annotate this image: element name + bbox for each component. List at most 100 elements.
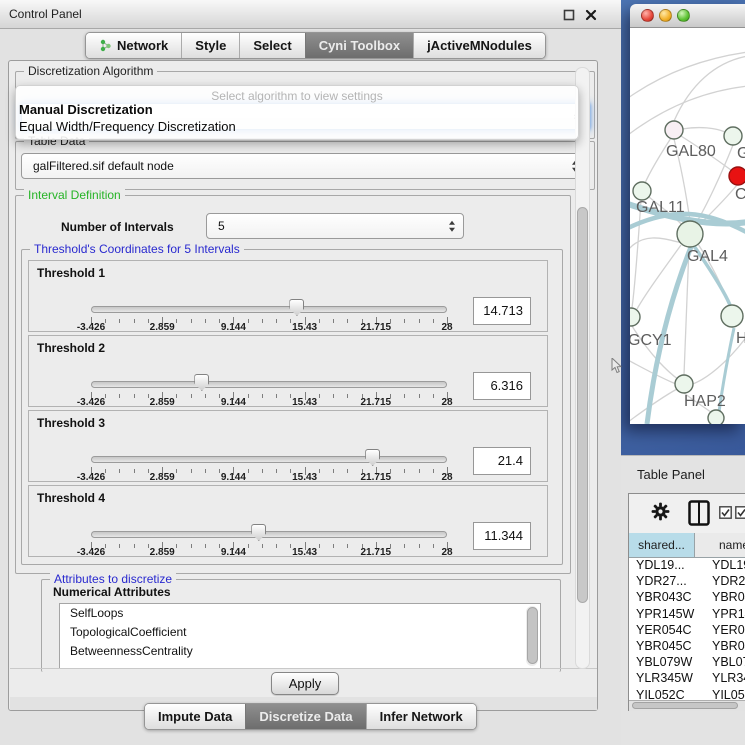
node-label: GAL11 (636, 199, 685, 216)
table-row[interactable]: YDL19...YDL19... (629, 558, 745, 574)
cell-shared-name: YBL079W (629, 655, 707, 671)
threshold-label: Threshold 4 (37, 491, 105, 505)
apply-button[interactable]: Apply (271, 672, 339, 695)
tick-mark (262, 469, 263, 473)
scrollbar-thumb[interactable] (632, 702, 738, 709)
network-node-gal80[interactable] (665, 121, 683, 139)
network-node-g[interactable] (724, 127, 742, 145)
list-scrollbar[interactable] (526, 606, 538, 666)
threshold-card-3: Threshold 3-3.4262.8599.14415.4321.71528… (28, 410, 548, 482)
threshold-value-field[interactable]: 6.316 (473, 372, 531, 400)
slider-thumb[interactable] (251, 524, 266, 541)
mode-tab-infer-network[interactable]: Infer Network (366, 704, 476, 729)
cell-shared-name: YBR045C (629, 639, 707, 655)
tick-mark (119, 544, 120, 548)
slider-track[interactable] (91, 531, 447, 538)
tab-jactivemnodules[interactable]: jActiveMNodules (413, 33, 545, 58)
table-row[interactable]: YER054CYER054C (629, 623, 745, 639)
zoom-traffic-light-icon[interactable] (677, 9, 690, 22)
network-node-hap2[interactable] (675, 375, 693, 393)
slider-thumb[interactable] (194, 374, 209, 391)
mode-tab-impute-data[interactable]: Impute Data (145, 704, 245, 729)
tick-mark (119, 319, 120, 323)
checkbox-icon[interactable] (719, 506, 732, 524)
table-row[interactable]: YBR043CYBR043C (629, 590, 745, 606)
tick-label: 2.859 (134, 547, 190, 558)
slider-track[interactable] (91, 306, 447, 313)
panel-scrollbar[interactable] (575, 67, 590, 669)
network-node-h[interactable] (721, 305, 743, 327)
tick-mark (333, 319, 334, 323)
tick-label: 2.859 (134, 472, 190, 483)
tick-label: 15.43 (277, 472, 333, 483)
attribute-item-topologicalcoefficient[interactable]: TopologicalCoefficient (60, 623, 540, 642)
network-node-c[interactable] (729, 167, 745, 185)
network-view-window: GAL80GCGAL11GAL4GCY1HHAP2 (630, 4, 745, 424)
tick-mark (333, 544, 334, 548)
network-canvas[interactable]: GAL80GCGAL11GAL4GCY1HHAP2 (630, 28, 745, 424)
tab-label: Style (195, 38, 226, 53)
threshold-card-4: Threshold 4-3.4262.8599.14415.4321.71528… (28, 485, 548, 557)
table-row[interactable]: YBR045CYBR045C (629, 639, 745, 655)
network-node-gal4[interactable] (677, 221, 703, 247)
checkbox-icon[interactable] (735, 506, 745, 524)
minimize-traffic-light-icon[interactable] (659, 9, 672, 22)
tick-mark (191, 394, 192, 398)
tab-style[interactable]: Style (181, 33, 239, 58)
attribute-item-betweennesscentrality[interactable]: BetweennessCentrality (60, 642, 540, 661)
workspace-column: GAL80GCGAL11GAL4GCY1HHAP2 Table Panel (621, 0, 745, 745)
node-label: C (735, 186, 745, 203)
tick-label: 9.144 (205, 397, 261, 408)
popup-option-manual-discretization[interactable]: Manual Discretization (19, 102, 153, 117)
panel-title: Control Panel (9, 7, 82, 21)
slider-track[interactable] (91, 381, 447, 388)
tick-label: 2.859 (134, 397, 190, 408)
cell-shared-name: YIL052C (629, 688, 707, 701)
close-traffic-light-icon[interactable] (641, 9, 654, 22)
tick-label: -3.426 (63, 547, 119, 558)
tab-cyni-toolbox[interactable]: Cyni Toolbox (305, 33, 413, 58)
float-icon[interactable] (563, 8, 575, 20)
split-view-icon[interactable] (688, 500, 710, 531)
number-of-intervals-select[interactable]: 5 (206, 213, 464, 239)
mode-tab-discretize-data[interactable]: Discretize Data (245, 704, 365, 729)
popup-option-equal-width-frequency[interactable]: Equal Width/Frequency Discretization (19, 119, 236, 134)
algorithm-popup: Select algorithm to view settings Manual… (15, 85, 579, 140)
column-header-name[interactable]: name (695, 533, 745, 558)
threshold-card-1: Threshold 1-3.4262.8599.14415.4321.71528… (28, 260, 548, 332)
table-row[interactable]: YDR27...YDR27... (629, 574, 745, 590)
network-node-gcy1[interactable] (630, 308, 640, 326)
tab-label: Cyni Toolbox (319, 38, 400, 53)
tab-label: Infer Network (380, 709, 463, 724)
network-node[interactable] (708, 410, 724, 424)
slider-thumb[interactable] (289, 299, 304, 316)
threshold-value-field[interactable]: 21.4 (473, 447, 531, 475)
gear-icon[interactable] (651, 502, 670, 526)
table-row[interactable]: YPR145WYPR145W (629, 607, 745, 623)
slider-track[interactable] (91, 456, 447, 463)
numerical-attributes-list[interactable]: SelfLoopsTopologicalCoefficientBetweenne… (59, 603, 541, 669)
group-label: Discretization Algorithm (24, 64, 157, 78)
table-header-row: shared... name (629, 533, 745, 558)
table-row[interactable]: YLR345WYLR345W (629, 671, 745, 687)
threshold-label: Threshold 2 (37, 341, 105, 355)
column-header-shared-name[interactable]: shared... (629, 533, 695, 558)
close-icon[interactable] (585, 8, 597, 20)
control-panel: Control Panel Network Style Select Cyni Too… (0, 0, 621, 745)
network-node-gal11[interactable] (633, 182, 651, 200)
cell-shared-name: YDR27... (629, 574, 707, 590)
slider-thumb[interactable] (365, 449, 380, 466)
tab-network[interactable]: Network (86, 33, 181, 58)
table-row[interactable]: YBL079WYBL079W (629, 655, 745, 671)
tab-label: jActiveMNodules (427, 38, 532, 53)
threshold-value-field[interactable]: 11.344 (473, 522, 531, 550)
threshold-value-field[interactable]: 14.713 (473, 297, 531, 325)
scrollbar-thumb[interactable] (577, 207, 588, 603)
node-table: shared... name YDL19...YDL19...YDR27...Y… (628, 493, 745, 711)
attribute-item-selfloops[interactable]: SelfLoops (60, 604, 540, 623)
table-horizontal-scrollbar[interactable] (629, 700, 745, 711)
tab-select[interactable]: Select (239, 33, 304, 58)
numerical-attributes-title: Numerical Attributes (53, 585, 171, 599)
table-data-select[interactable]: galFiltered.sif default node (21, 153, 587, 179)
table-row[interactable]: YIL052CYIL052C (629, 688, 745, 701)
